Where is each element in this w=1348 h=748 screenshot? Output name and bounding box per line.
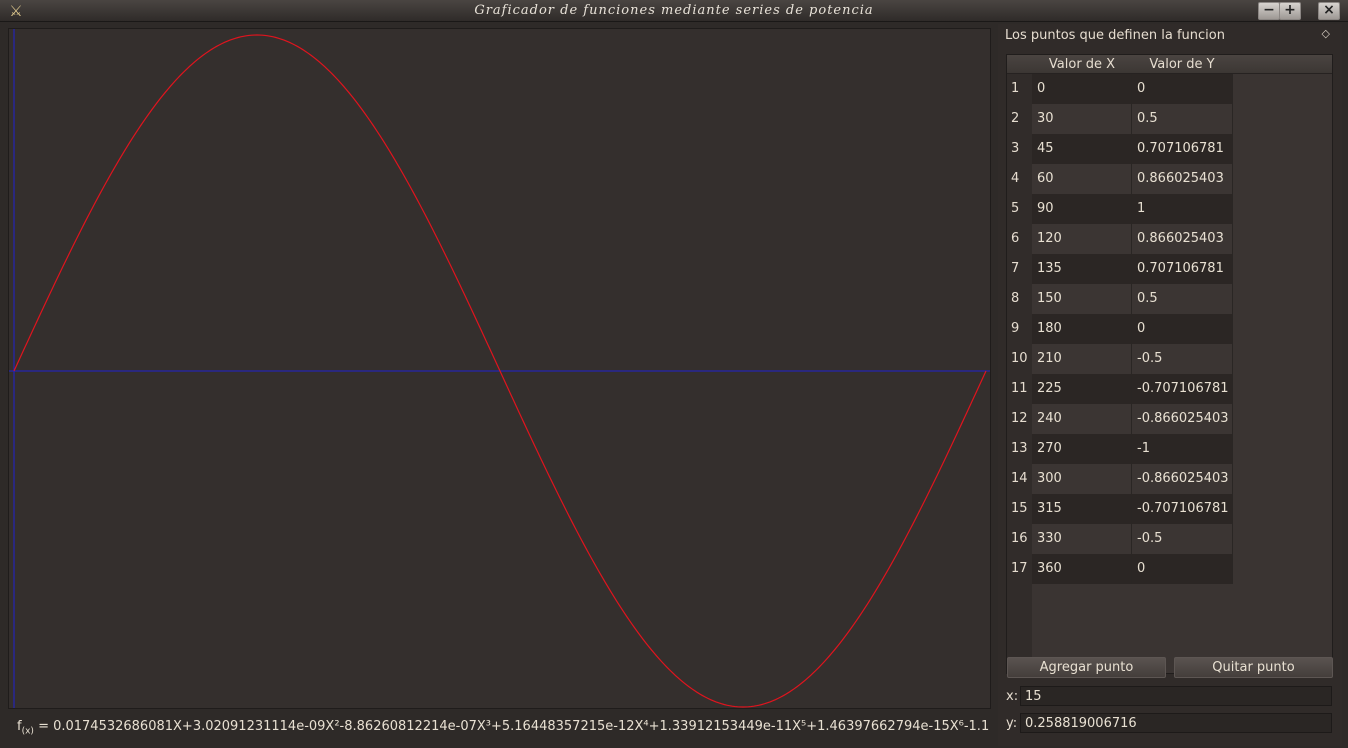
row-number[interactable]: 3: [1007, 134, 1032, 164]
cell-y-value[interactable]: -0.707106781: [1132, 374, 1233, 404]
cell-x-value[interactable]: 120: [1032, 224, 1132, 254]
dock-float-icon[interactable]: ◇: [1322, 27, 1330, 40]
panel-title: Los puntos que definen la funcion: [1005, 28, 1225, 43]
table-row[interactable]: 210 -0.5: [1032, 344, 1233, 374]
table-row[interactable]: 00: [1032, 74, 1233, 104]
row-number[interactable]: 16: [1007, 524, 1032, 554]
y-input[interactable]: [1020, 713, 1332, 733]
row-number[interactable]: 12: [1007, 404, 1032, 434]
maximize-button[interactable]: +: [1279, 2, 1301, 20]
table-row[interactable]: 120 0.866025403: [1032, 224, 1233, 254]
row-number[interactable]: 14: [1007, 464, 1032, 494]
row-number[interactable]: 8: [1007, 284, 1032, 314]
cell-y-value[interactable]: 0.5: [1132, 104, 1233, 134]
table-row[interactable]: 315 -0.707106781: [1032, 494, 1233, 524]
cell-x-value[interactable]: 45: [1032, 134, 1132, 164]
table-row[interactable]: 225 -0.707106781: [1032, 374, 1233, 404]
cell-y-value[interactable]: 1: [1132, 194, 1233, 224]
y-input-label: y:: [1006, 716, 1018, 731]
table-row[interactable]: 45 0.707106781: [1032, 134, 1233, 164]
row-number[interactable]: 10: [1007, 344, 1032, 374]
table-row[interactable]: 360 0: [1032, 554, 1233, 584]
cell-y-value[interactable]: 0.866025403: [1132, 164, 1233, 194]
row-number[interactable]: 11: [1007, 374, 1032, 404]
points-panel: Los puntos que definen la funcion ◇ Valo…: [998, 24, 1342, 746]
cell-y-value[interactable]: -0.866025403: [1132, 404, 1233, 434]
row-number[interactable]: 13: [1007, 434, 1032, 464]
cell-x-value[interactable]: 210: [1032, 344, 1132, 374]
minimize-button[interactable]: −: [1258, 2, 1280, 20]
plot-area: [8, 28, 991, 709]
table-row[interactable]: 90 1: [1032, 194, 1233, 224]
column-header-x[interactable]: Valor de X: [1032, 57, 1132, 72]
close-button[interactable]: ×: [1318, 2, 1340, 20]
row-number[interactable]: 9: [1007, 314, 1032, 344]
cell-y-value[interactable]: 0: [1132, 74, 1233, 104]
function-plot: [9, 29, 990, 708]
cell-y-value[interactable]: -1: [1132, 434, 1233, 464]
table-row[interactable]: 240 -0.866025403: [1032, 404, 1233, 434]
table-row[interactable]: 270 -1: [1032, 434, 1233, 464]
cell-x-value[interactable]: 360: [1032, 554, 1132, 584]
cell-y-value[interactable]: 0.5: [1132, 284, 1233, 314]
cell-x-value[interactable]: 0: [1032, 74, 1132, 104]
table-row[interactable]: 300 -0.866025403: [1032, 464, 1233, 494]
row-number[interactable]: 2: [1007, 104, 1032, 134]
cell-x-value[interactable]: 270: [1032, 434, 1132, 464]
row-number[interactable]: 5: [1007, 194, 1032, 224]
cell-x-value[interactable]: 135: [1032, 254, 1132, 284]
row-number-column: 1 2 3 4 5 6 7 8 9 10 11 12 13 14 15 16 17: [1007, 74, 1032, 673]
cell-x-value[interactable]: 315: [1032, 494, 1132, 524]
table-row[interactable]: 330 -0.5: [1032, 524, 1233, 554]
title-bar: ⚔ Graficador de funciones mediante serie…: [0, 0, 1348, 22]
window-title: Graficador de funciones mediante series …: [474, 3, 874, 18]
remove-point-button[interactable]: Quitar punto: [1174, 657, 1333, 678]
cell-y-value[interactable]: 0.707106781: [1132, 254, 1233, 284]
cell-x-value[interactable]: 30: [1032, 104, 1132, 134]
row-number[interactable]: 4: [1007, 164, 1032, 194]
row-number[interactable]: 7: [1007, 254, 1032, 284]
cell-y-value[interactable]: -0.866025403: [1132, 464, 1233, 494]
table-row[interactable]: 150 0.5: [1032, 284, 1233, 314]
table-row[interactable]: 180 0: [1032, 314, 1233, 344]
cell-x-value[interactable]: 330: [1032, 524, 1132, 554]
formula-subscript: (x): [21, 726, 34, 737]
formula-label: f(x) = 0.0174532686081X+3.02091231114e-0…: [17, 719, 989, 737]
cell-x-value[interactable]: 90: [1032, 194, 1132, 224]
cell-x-value[interactable]: 300: [1032, 464, 1132, 494]
cell-y-value[interactable]: -0.5: [1132, 344, 1233, 374]
table-header: Valor de X Valor de Y: [1007, 55, 1332, 74]
formula-text: = 0.0174532686081X+3.02091231114e-09X²-8…: [33, 719, 989, 734]
row-number[interactable]: 15: [1007, 494, 1032, 524]
cell-y-value[interactable]: 0.707106781: [1132, 134, 1233, 164]
table-row[interactable]: 30 0.5: [1032, 104, 1233, 134]
row-number[interactable]: 17: [1007, 554, 1032, 584]
cell-x-value[interactable]: 180: [1032, 314, 1132, 344]
cell-x-value[interactable]: 240: [1032, 404, 1132, 434]
points-table: Valor de X Valor de Y 1 2 3 4 5 6 7 8 9 10 11 12 13 1…: [1006, 54, 1333, 674]
cell-y-value[interactable]: 0.866025403: [1132, 224, 1233, 254]
cell-y-value[interactable]: -0.707106781: [1132, 494, 1233, 524]
cell-y-value[interactable]: -0.5: [1132, 524, 1233, 554]
cell-x-value[interactable]: 60: [1032, 164, 1132, 194]
cell-x-value[interactable]: 150: [1032, 284, 1132, 314]
cell-x-value[interactable]: 225: [1032, 374, 1132, 404]
table-row[interactable]: 60 0.866025403: [1032, 164, 1233, 194]
table-row[interactable]: 135 0.707106781: [1032, 254, 1233, 284]
add-point-button[interactable]: Agregar punto: [1007, 657, 1166, 678]
row-number[interactable]: 6: [1007, 224, 1032, 254]
column-header-y[interactable]: Valor de Y: [1132, 57, 1232, 72]
x-input-label: x:: [1006, 689, 1019, 704]
cell-y-value[interactable]: 0: [1132, 554, 1233, 584]
x-input[interactable]: [1020, 686, 1332, 706]
cell-y-value[interactable]: 0: [1132, 314, 1233, 344]
row-number[interactable]: 1: [1007, 74, 1032, 104]
